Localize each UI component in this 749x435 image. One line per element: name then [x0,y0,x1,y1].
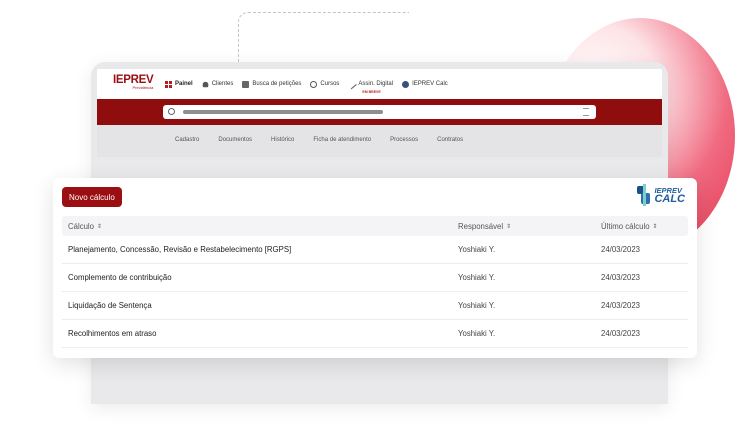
sub-navigation: Cadastro Documentos Histórico Ficha de a… [97,125,662,157]
cell-calculo: Complemento de contribuição [68,273,172,282]
column-header-calculo[interactable]: Cálculo ⇕ [68,222,102,231]
calc-logo-mark-icon [637,184,651,206]
coming-soon-badge: EM BREVE [362,90,381,94]
table-row[interactable]: Liquidação de Sentença Yoshiaki Y. 24/03… [62,292,688,320]
search-input[interactable] [163,105,596,119]
nav-item-ieprev-calc[interactable]: IEPREV Calc [402,80,448,88]
new-calculation-button[interactable]: Novo cálculo [62,187,122,207]
cell-ultimo-calculo: 24/03/2023 [601,245,641,254]
cell-calculo: Recolhimentos em atraso [68,329,157,338]
calc-logo-bottom: CALC [654,193,685,205]
nav-item-painel[interactable]: Painel [165,80,193,88]
cell-calculo: Liquidação de Sentença [68,301,152,310]
table-row[interactable]: Planejamento, Concessão, Revisão e Resta… [62,236,688,264]
nav-label: Clientes [211,81,234,87]
calculations-card: Novo cálculo IEPREV CALC Cálculo ⇕ Respon… [53,178,697,358]
cell-responsavel: Yoshiaki Y. [458,301,496,310]
document-icon [242,80,250,88]
search-placeholder-bar [183,110,383,114]
nav-label: Assin. Digital [358,81,394,87]
pen-icon [346,78,358,90]
cell-ultimo-calculo: 24/03/2023 [601,329,641,338]
dashboard-icon [165,80,172,88]
search-header-bar [97,99,662,125]
calc-icon [402,80,410,88]
column-header-responsavel[interactable]: Responsável ⇕ [458,222,511,231]
nav-item-cursos[interactable]: Cursos [310,80,340,88]
subnav-ficha-atendimento[interactable]: Ficha de atendimento [313,137,371,143]
subnav-documentos[interactable]: Documentos [218,137,252,143]
subnav-contratos[interactable]: Contratos [437,137,463,143]
nav-item-clientes[interactable]: Clientes [202,81,234,88]
sort-icon: ⇕ [506,224,512,230]
sort-icon: ⇕ [652,224,658,230]
table-row[interactable]: Recolhimentos em atraso Yoshiaki Y. 24/0… [62,320,688,348]
sort-icon: ⇕ [97,224,103,230]
cell-calculo: Planejamento, Concessão, Revisão e Resta… [68,245,292,254]
subnav-historico[interactable]: Histórico [271,137,294,143]
top-navigation: IEPREV Previdência Painel Clientes Busca… [97,69,662,99]
subnav-processos[interactable]: Processos [390,137,418,143]
gear-icon [310,80,318,88]
decorative-dashed-line [238,12,409,68]
cell-responsavel: Yoshiaki Y. [458,329,496,338]
nav-label: Cursos [320,81,340,87]
table-header: Cálculo ⇕ Responsável ⇕ Último cálculo ⇕ [62,216,688,236]
subnav-cadastro[interactable]: Cadastro [175,137,199,143]
calculations-table: Cálculo ⇕ Responsável ⇕ Último cálculo ⇕ Pl… [62,216,688,348]
cell-responsavel: Yoshiaki Y. [458,245,496,254]
nav-label: IEPREV Calc [412,81,448,87]
ieprev-calc-logo: IEPREV CALC [637,184,685,206]
cell-responsavel: Yoshiaki Y. [458,273,496,282]
nav-item-assinatura-digital[interactable]: Assin. Digital EM BREVE [346,78,394,94]
ieprev-logo[interactable]: IEPREV Previdência [113,74,154,90]
cell-ultimo-calculo: 24/03/2023 [601,301,641,310]
table-row[interactable]: Complemento de contribuição Yoshiaki Y. … [62,264,688,292]
users-icon [202,81,208,87]
nav-label: Busca de petições [252,81,302,87]
filter-icon[interactable] [583,108,589,116]
cell-ultimo-calculo: 24/03/2023 [601,273,641,282]
nav-item-busca-peticoes[interactable]: Busca de petições [242,80,302,88]
column-header-ultimo-calculo[interactable]: Último cálculo ⇕ [601,222,658,231]
search-icon [168,108,175,115]
nav-label: Painel [175,81,193,87]
